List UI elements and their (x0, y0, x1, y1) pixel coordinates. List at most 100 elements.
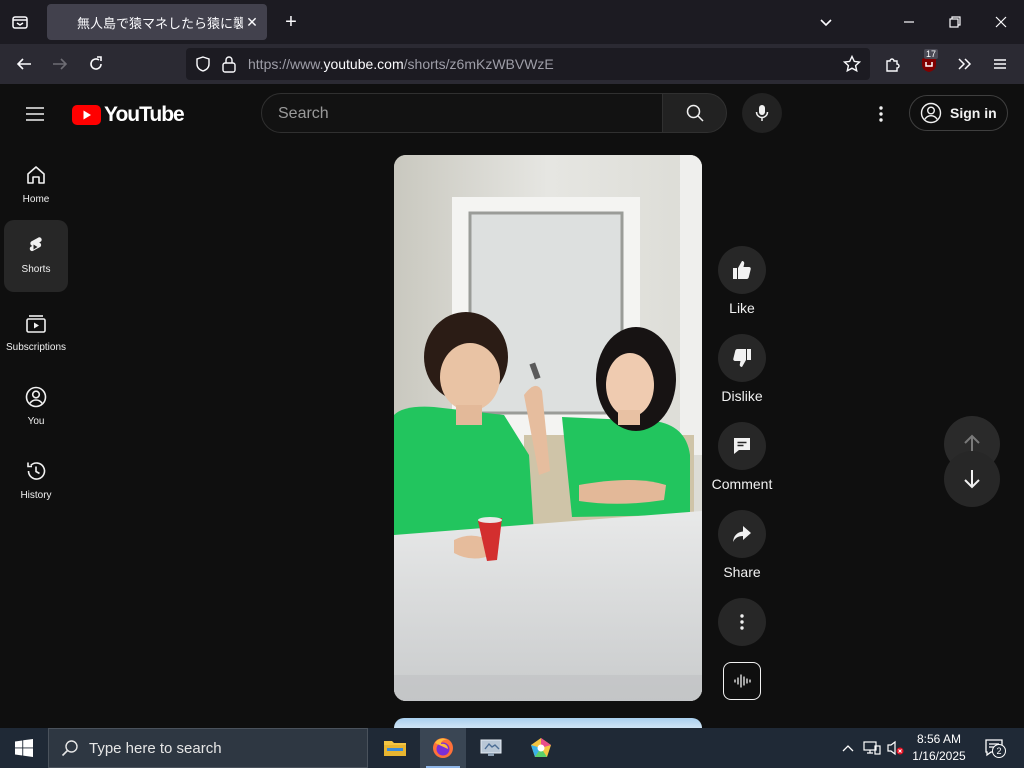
like-circle (718, 246, 766, 294)
taskbar-clock[interactable]: 8:56 AM 1/16/2025 (900, 731, 978, 765)
sidebar-item-home[interactable]: Home (4, 150, 68, 222)
share-button[interactable]: Share (718, 510, 766, 580)
tab-close-icon[interactable]: ✕ (243, 13, 261, 31)
shorts-icon (29, 237, 42, 252)
more-actions-circle (718, 598, 766, 646)
restore-icon[interactable] (943, 10, 967, 34)
dislike-button[interactable]: Dislike (718, 334, 766, 404)
microphone-icon (755, 105, 769, 121)
search-icon (686, 104, 704, 122)
history-icon (27, 462, 46, 480)
tray-overflow-icon[interactable] (838, 738, 858, 758)
taskbar-search-icon (61, 740, 78, 757)
back-icon[interactable] (12, 52, 36, 76)
more-actions-button[interactable] (718, 598, 766, 646)
you-icon (25, 386, 47, 408)
sound-wave-icon (734, 674, 751, 688)
bookmark-star-icon[interactable] (842, 54, 862, 78)
logo-text: YouTube (104, 103, 185, 126)
sidebar-label-subscriptions: Subscriptions (5, 342, 67, 353)
forward-icon[interactable] (48, 52, 72, 76)
notification-center-icon[interactable]: 2 (982, 738, 1008, 758)
sidebar-label-you: You (27, 416, 45, 427)
account-circle-icon (920, 102, 942, 124)
sidebar-item-subscriptions[interactable]: Subscriptions (4, 298, 68, 370)
more-vertical-icon (740, 614, 744, 630)
clock-date: 1/16/2025 (912, 749, 966, 763)
sidebar-item-history[interactable]: History (4, 446, 68, 518)
windows-logo-icon (15, 739, 33, 757)
tab-list-icon[interactable] (8, 10, 32, 34)
extension-badge: 17 (924, 49, 939, 59)
comment-circle (718, 422, 766, 470)
browser-tab[interactable]: 無人島で猿マネしたら猿に襲わ ✕ (47, 4, 267, 40)
arrow-down-icon (964, 470, 980, 489)
firefox-icon (433, 738, 453, 758)
lock-icon[interactable] (221, 55, 237, 78)
home-icon (27, 166, 45, 184)
reload-icon[interactable] (84, 52, 108, 76)
notification-count-badge: 2 (992, 744, 1006, 758)
taskbar-search-box[interactable]: Type here to search (48, 728, 368, 768)
start-button[interactable] (0, 728, 48, 768)
ublock-extension-icon[interactable]: 17 (917, 49, 941, 76)
settings-more-icon[interactable] (868, 101, 894, 127)
minimize-icon[interactable] (897, 10, 921, 34)
sign-in-label: Sign in (950, 105, 997, 121)
close-window-icon[interactable] (989, 10, 1013, 34)
windows-taskbar: Type here to search 8:56 AM 1/16/2025 2 (0, 728, 1024, 768)
app-menu-icon[interactable] (988, 52, 1012, 76)
subscriptions-icon (26, 315, 46, 333)
comment-button[interactable]: Comment (712, 422, 772, 492)
firefox-app[interactable] (420, 728, 466, 768)
youtube-logo[interactable]: YouTube (72, 103, 185, 127)
new-tab-button[interactable]: + (280, 11, 302, 33)
sidebar-label-history: History (20, 490, 52, 501)
search-input[interactable] (278, 103, 648, 125)
monitor-app-icon (480, 739, 502, 756)
file-explorer-icon (384, 741, 406, 756)
thumbs-down-icon (733, 349, 751, 367)
sidebar-label-home: Home (22, 194, 50, 205)
thumbs-up-icon (733, 261, 751, 279)
clock-time: 8:56 AM (916, 732, 962, 746)
browser-tab-bar: 無人島で猿マネしたら猿に襲わ ✕ + (0, 0, 1024, 44)
next-video-preview[interactable] (394, 718, 702, 728)
desktop-app[interactable] (468, 728, 514, 768)
extensions-puzzle-icon[interactable] (881, 52, 905, 76)
tab-overflow-chevron-icon[interactable] (814, 10, 838, 34)
colorful-app[interactable] (518, 728, 564, 768)
browser-nav-bar: https://www.youtube.com/shorts/z6mKzWBVW… (0, 44, 1024, 84)
url-path: /shorts/z6mKzWBVWzE (403, 56, 554, 72)
search-box (261, 93, 663, 133)
overflow-chevrons-icon[interactable] (952, 52, 976, 76)
sound-remix-button[interactable] (723, 662, 761, 700)
video-frame (394, 155, 702, 701)
sidebar-item-shorts[interactable]: Shorts (4, 220, 68, 292)
network-icon[interactable] (862, 738, 882, 758)
like-label: Like (729, 300, 755, 316)
file-explorer-app[interactable] (372, 728, 418, 768)
next-video-button[interactable] (944, 451, 1000, 507)
taskbar-search-text: Type here to search (89, 739, 222, 757)
sidebar-item-you[interactable]: You (4, 372, 68, 444)
like-button[interactable]: Like (718, 246, 766, 316)
search-button[interactable] (662, 93, 727, 133)
sign-in-button[interactable]: Sign in (909, 95, 1008, 131)
pentagon-app-icon (531, 738, 551, 757)
dislike-circle (718, 334, 766, 382)
url-prefix: https://www. (248, 56, 324, 72)
guide-menu-icon[interactable] (22, 101, 48, 127)
share-icon (733, 526, 751, 542)
shorts-video-player[interactable] (394, 155, 702, 701)
tracking-shield-icon[interactable] (194, 55, 212, 78)
voice-search-button[interactable] (742, 93, 782, 133)
youtube-play-icon (72, 105, 101, 125)
tab-title: 無人島で猿マネしたら猿に襲わ (77, 15, 243, 31)
youtube-header: YouTube Sign in (0, 84, 1024, 142)
url-text[interactable]: https://www.youtube.com/shorts/z6mKzWBVW… (248, 56, 554, 72)
share-label: Share (723, 564, 761, 580)
url-bar[interactable]: https://www.youtube.com/shorts/z6mKzWBVW… (186, 48, 870, 80)
url-domain: youtube.com (323, 56, 404, 72)
sidebar-label-shorts: Shorts (21, 264, 51, 275)
